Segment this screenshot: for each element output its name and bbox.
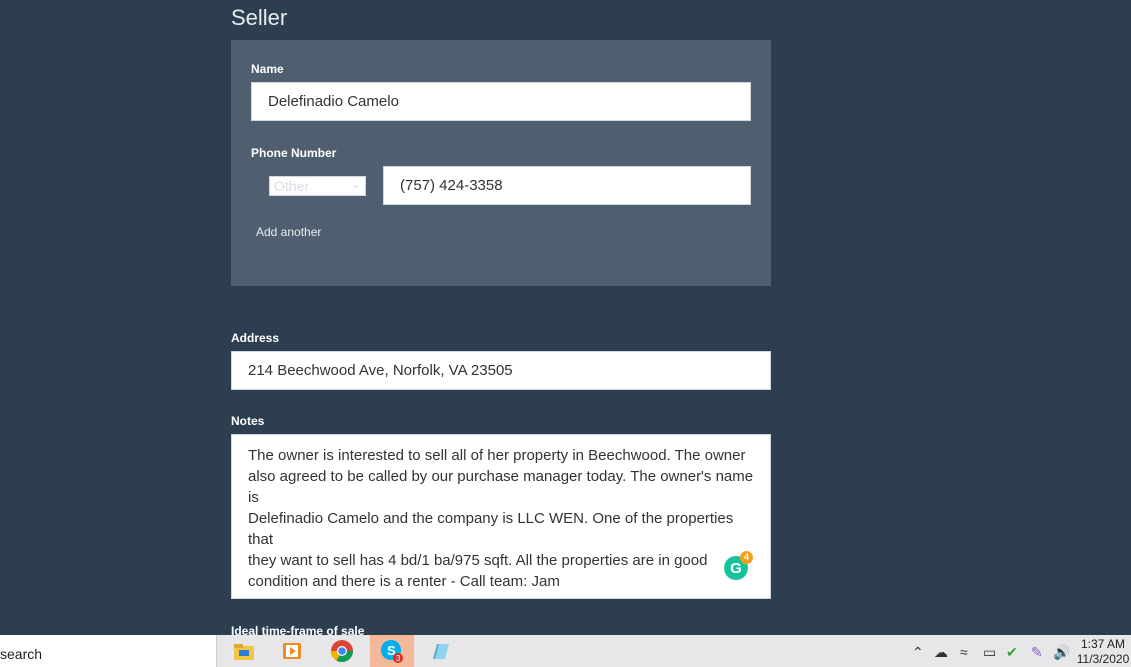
taskbar-search-text: search: [0, 646, 43, 662]
notes-line: also agreed to be called by our purchase…: [248, 468, 754, 506]
phone-type-value: Other: [274, 178, 310, 194]
notes-line: The owner is interested to sell all of h…: [248, 447, 746, 464]
file-explorer-icon[interactable]: [222, 635, 266, 667]
onedrive-cloud-icon[interactable]: ☁: [934, 644, 948, 661]
add-another-link[interactable]: Add another: [256, 225, 321, 239]
taskbar-search[interactable]: search: [0, 635, 217, 667]
chevron-down-icon: ⌄: [350, 179, 360, 191]
chrome-icon[interactable]: [320, 635, 364, 667]
pen-icon[interactable]: ✎: [1031, 644, 1043, 661]
notepad-icon[interactable]: [418, 635, 462, 667]
notes-line: Delefinadio Camelo and the company is LL…: [248, 510, 734, 548]
clock-date: 11/3/2020: [1076, 652, 1130, 666]
grammarly-count-badge: 4: [740, 551, 753, 564]
clock-time: 1:37 AM: [1080, 637, 1126, 651]
name-label: Name: [251, 62, 284, 76]
grammarly-icon[interactable]: G 4: [724, 551, 753, 580]
address-input[interactable]: 214 Beechwood Ave, Norfolk, VA 23505: [231, 351, 771, 390]
section-title: Seller: [231, 5, 288, 30]
skype-icon[interactable]: S3: [370, 635, 414, 667]
media-player-icon[interactable]: [270, 635, 314, 667]
phone-input[interactable]: (757) 424-3358: [383, 166, 751, 205]
notes-line: they want to sell has 4 bd/1 ba/975 sqft…: [248, 552, 708, 569]
battery-icon[interactable]: ▭: [983, 644, 996, 661]
phone-type-select[interactable]: Other ⌄: [269, 176, 366, 196]
phone-label: Phone Number: [251, 146, 337, 160]
wifi-icon[interactable]: ≈: [960, 644, 968, 660]
security-check-icon[interactable]: ✔: [1006, 644, 1018, 661]
chevron-up-icon[interactable]: ⌃: [912, 644, 924, 661]
notes-label: Notes: [231, 414, 265, 428]
name-input[interactable]: Delefinadio Camelo: [251, 82, 751, 121]
notes-line: condition and there is a renter - Call t…: [248, 573, 560, 590]
volume-icon[interactable]: 🔊: [1053, 644, 1070, 661]
notes-textarea[interactable]: The owner is interested to sell all of h…: [231, 434, 771, 599]
address-label: Address: [231, 331, 280, 345]
taskbar-clock[interactable]: 1:37 AM 11/3/2020: [1075, 637, 1131, 667]
taskbar: search S3 ⌃ ☁ ≈ ▭ ✔ ✎ 🔊 1:37 AM 11/3/202…: [0, 635, 1131, 667]
skype-badge-count: 3: [396, 654, 401, 663]
seller-panel: Name Delefinadio Camelo Phone Number Oth…: [231, 40, 771, 286]
